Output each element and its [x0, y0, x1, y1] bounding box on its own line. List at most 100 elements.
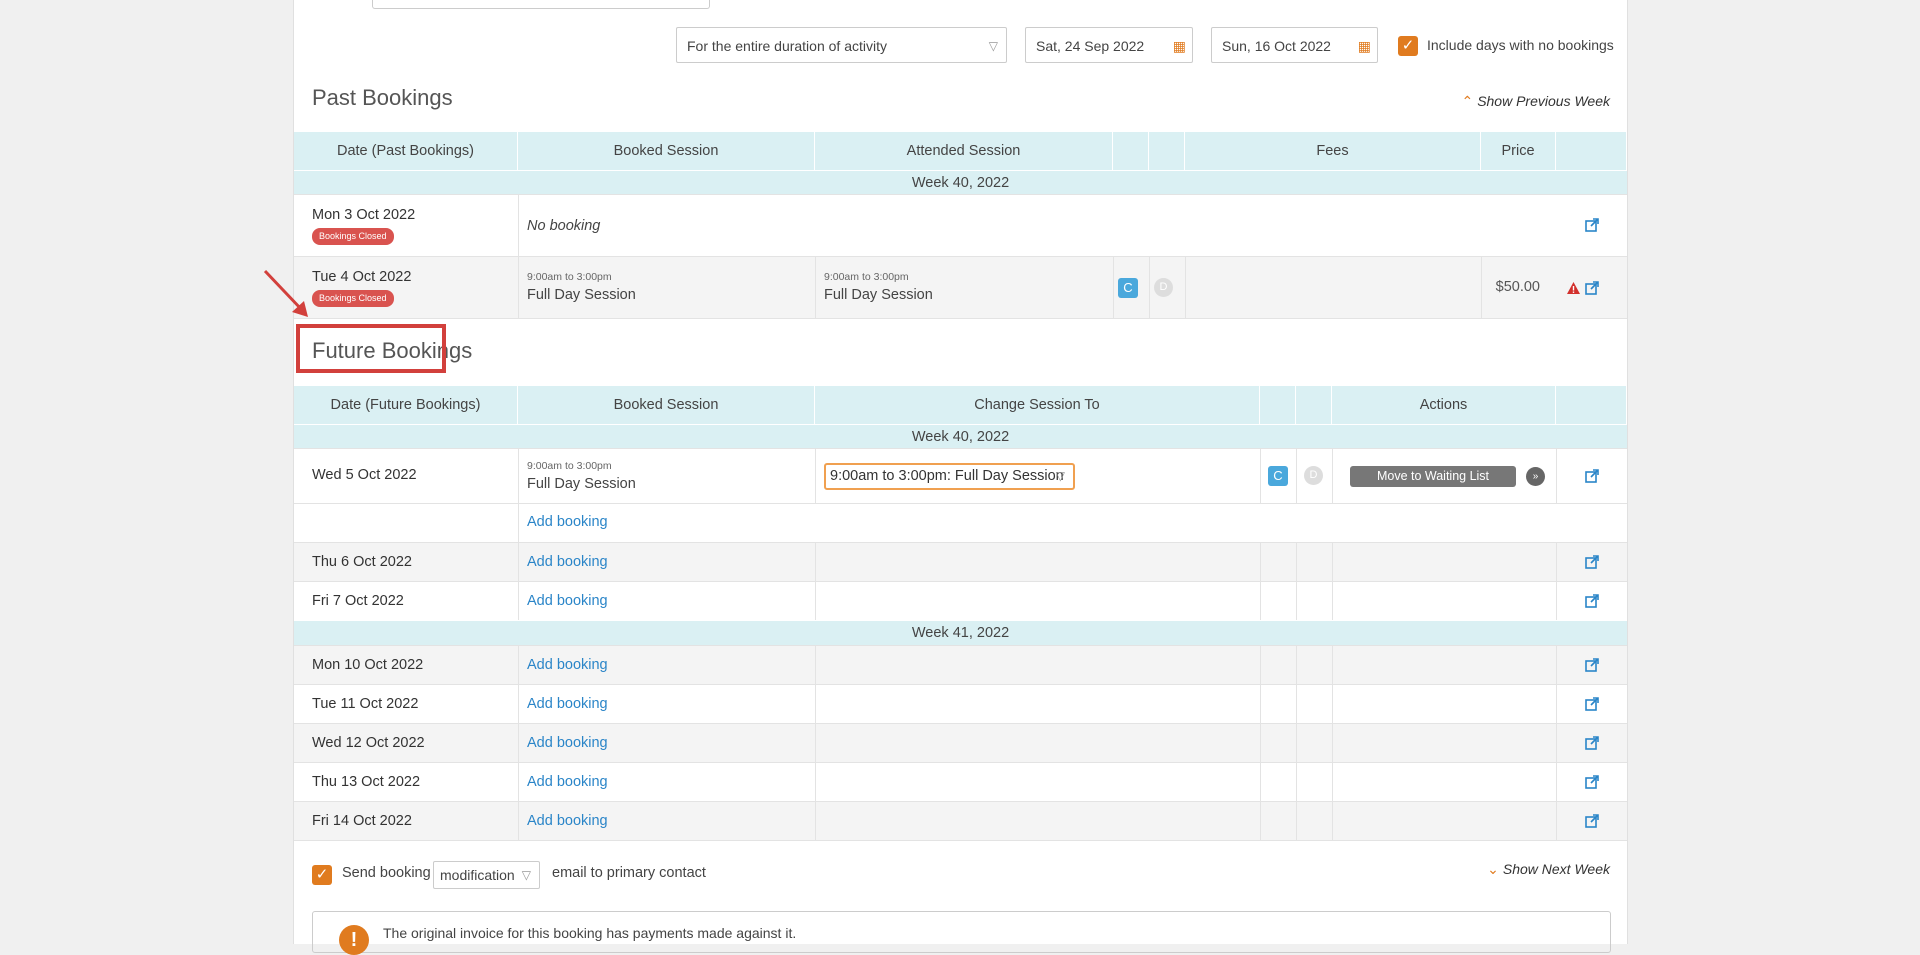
calendar-icon[interactable]: ▦: [1173, 28, 1186, 64]
row-date: Tue 4 Oct 2022: [312, 269, 412, 285]
future-table-header: Date (Future Bookings) Booked Session Ch…: [294, 386, 1627, 424]
external-link-icon[interactable]: [1585, 736, 1599, 750]
start-date-value: Sat, 24 Sep 2022: [1036, 38, 1145, 54]
chevron-down-icon: ▽: [1055, 469, 1065, 483]
top-field-remnant[interactable]: [372, 0, 710, 9]
row-date: Wed 5 Oct 2022: [312, 467, 417, 483]
add-booking-link[interactable]: Add booking: [527, 735, 608, 751]
email-suffix-label: email to primary contact: [552, 865, 706, 881]
show-previous-week-label: Show Previous Week: [1477, 93, 1610, 109]
external-link-icon[interactable]: [1585, 469, 1599, 483]
bookings-closed-badge: Bookings Closed: [312, 290, 394, 307]
row-date: Tue 11 Oct 2022: [312, 696, 419, 712]
col-date-future: Date (Future Bookings): [294, 386, 518, 424]
external-link-icon[interactable]: [1585, 697, 1599, 711]
table-row: Mon 3 Oct 2022 Bookings Closed No bookin…: [294, 194, 1627, 256]
change-session-select[interactable]: 9:00am to 3:00pm: Full Day Session ▽: [824, 463, 1075, 490]
col-price: Price: [1481, 132, 1556, 170]
c-badge[interactable]: C: [1268, 466, 1288, 486]
add-booking-link[interactable]: Add booking: [527, 554, 608, 570]
col-attended: Attended Session: [815, 132, 1113, 170]
col-change-session: Change Session To: [815, 386, 1260, 424]
add-booking-link[interactable]: Add booking: [527, 514, 608, 530]
show-next-week-label: Show Next Week: [1502, 861, 1610, 877]
calendar-icon[interactable]: ▦: [1358, 28, 1371, 64]
price-value: $50.00: [1495, 279, 1540, 295]
table-row: Tue 11 Oct 2022 Add booking: [294, 684, 1627, 723]
external-link-icon[interactable]: [1585, 658, 1599, 672]
row-date: Fri 7 Oct 2022: [312, 593, 404, 609]
row-date: Thu 6 Oct 2022: [312, 554, 412, 570]
col-fees: Fees: [1185, 132, 1481, 170]
table-row: Fri 7 Oct 2022 Add booking: [294, 581, 1627, 620]
duration-select-value: For the entire duration of activity: [687, 38, 887, 54]
annotation-arrow-icon: [263, 269, 308, 317]
row-date: Mon 3 Oct 2022: [312, 207, 416, 223]
include-no-bookings-label: Include days with no bookings: [1427, 37, 1614, 53]
col-d: [1296, 386, 1332, 424]
external-link-icon[interactable]: [1585, 814, 1599, 828]
send-booking-label: Send booking: [342, 865, 431, 881]
invoice-notice-box: ! The original invoice for this booking …: [312, 911, 1611, 955]
external-link-icon[interactable]: [1585, 281, 1599, 295]
bookings-panel: For the entire duration of activity ▽ Sa…: [293, 0, 1628, 955]
booked-time: 9:00am to 3:00pm: [527, 460, 612, 472]
table-row: Thu 13 Oct 2022 Add booking: [294, 762, 1627, 801]
external-link-icon[interactable]: [1585, 218, 1599, 232]
chevron-up-icon: ⌃: [1461, 93, 1474, 109]
col-booked-future: Booked Session: [518, 386, 815, 424]
booked-session-name: Full Day Session: [527, 476, 636, 492]
col-actions: Actions: [1332, 386, 1556, 424]
duration-select[interactable]: For the entire duration of activity ▽: [676, 27, 1007, 63]
add-booking-link[interactable]: Add booking: [527, 696, 608, 712]
table-row: Fri 14 Oct 2022 Add booking: [294, 801, 1627, 841]
row-date: Fri 14 Oct 2022: [312, 813, 412, 829]
chevron-down-icon: ⌄: [1487, 861, 1499, 877]
add-booking-link[interactable]: Add booking: [527, 593, 608, 609]
start-date-field[interactable]: Sat, 24 Sep 2022 ▦: [1025, 27, 1193, 63]
d-badge[interactable]: D: [1154, 278, 1173, 297]
include-no-bookings-checkbox[interactable]: ✓: [1398, 36, 1418, 56]
add-booking-link[interactable]: Add booking: [527, 657, 608, 673]
future-week-40-label: Week 40, 2022: [294, 424, 1627, 449]
show-next-week-link[interactable]: ⌄ Show Next Week: [1487, 861, 1610, 878]
add-booking-link[interactable]: Add booking: [527, 774, 608, 790]
table-row: Add booking: [294, 503, 1627, 542]
col-link: [1556, 386, 1627, 424]
row-date: Thu 13 Oct 2022: [312, 774, 421, 790]
row-date: Wed 12 Oct 2022: [312, 735, 425, 751]
d-badge[interactable]: D: [1304, 466, 1323, 485]
email-type-select[interactable]: modification ▽: [433, 861, 540, 889]
attended-time: 9:00am to 3:00pm: [824, 271, 909, 283]
future-week-41-label: Week 41, 2022: [294, 620, 1627, 645]
booked-time: 9:00am to 3:00pm: [527, 271, 612, 283]
send-booking-checkbox[interactable]: ✓: [312, 865, 332, 885]
col-date-past: Date (Past Bookings): [294, 132, 518, 170]
more-actions-icon[interactable]: »: [1526, 467, 1545, 486]
warning-icon[interactable]: [1566, 281, 1581, 295]
col-link: [1556, 132, 1627, 170]
table-row: Mon 10 Oct 2022 Add booking: [294, 645, 1627, 684]
change-session-value: 9:00am to 3:00pm: Full Day Session: [830, 468, 1064, 484]
external-link-icon[interactable]: [1585, 775, 1599, 789]
invoice-notice-text: The original invoice for this booking ha…: [383, 925, 797, 941]
chevron-down-icon: ▽: [988, 39, 998, 53]
table-row: Wed 5 Oct 2022 9:00am to 3:00pm Full Day…: [294, 448, 1627, 503]
attended-session-name: Full Day Session: [824, 287, 933, 303]
email-type-value: modification: [440, 867, 515, 883]
past-week-label: Week 40, 2022: [294, 170, 1627, 195]
show-previous-week-link[interactable]: ⌃ Show Previous Week: [1461, 93, 1610, 110]
external-link-icon[interactable]: [1585, 594, 1599, 608]
c-badge[interactable]: C: [1118, 278, 1138, 298]
table-row: Thu 6 Oct 2022 Add booking: [294, 542, 1627, 581]
table-row: Tue 4 Oct 2022 Bookings Closed 9:00am to…: [294, 256, 1627, 318]
past-bookings-title: Past Bookings: [312, 85, 453, 110]
bookings-closed-badge: Bookings Closed: [312, 228, 394, 245]
end-date-field[interactable]: Sun, 16 Oct 2022 ▦: [1211, 27, 1378, 63]
add-booking-link[interactable]: Add booking: [527, 813, 608, 829]
past-table-header: Date (Past Bookings) Booked Session Atte…: [294, 132, 1627, 170]
external-link-icon[interactable]: [1585, 555, 1599, 569]
chevron-down-icon: ▽: [521, 868, 531, 882]
end-date-value: Sun, 16 Oct 2022: [1222, 38, 1331, 54]
move-to-waiting-list-button[interactable]: Move to Waiting List: [1350, 466, 1516, 487]
